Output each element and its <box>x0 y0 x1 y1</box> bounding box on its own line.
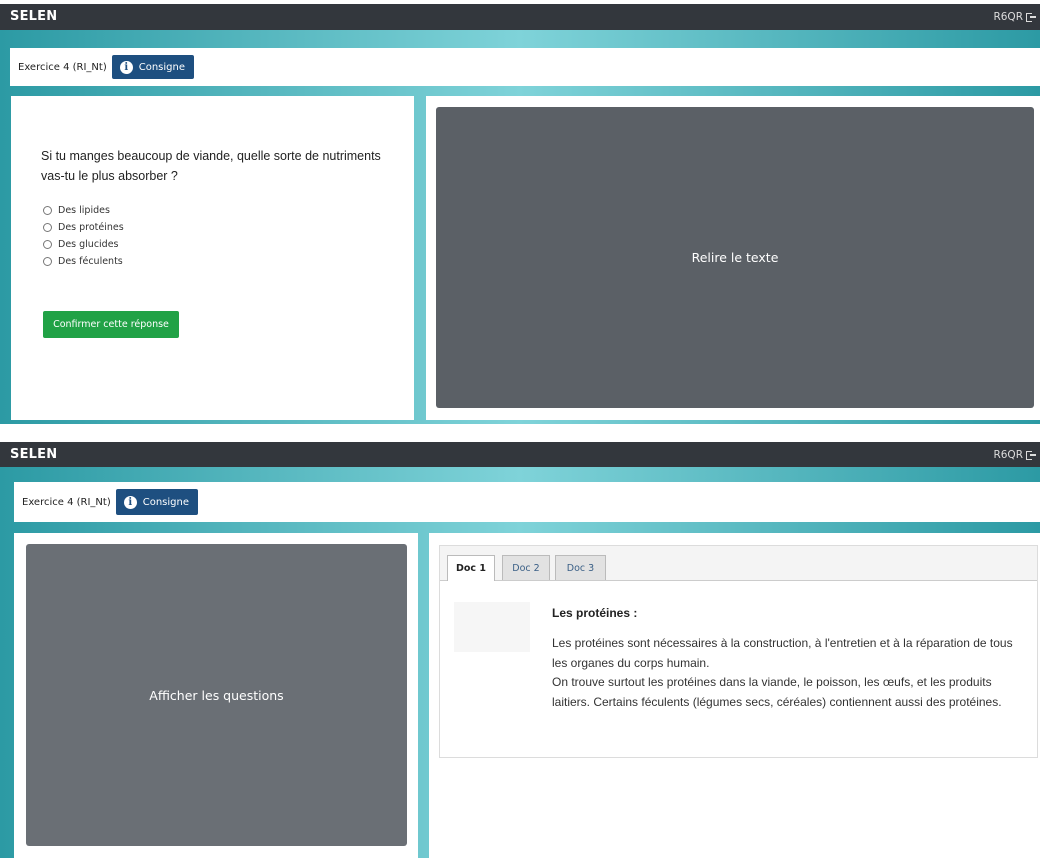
screenshot-question-view: SELEN R6QR Exercice 4 (RI_Nt) i Consigne… <box>0 4 1040 424</box>
document-panel: Doc 1 Doc 2 Doc 3 Les protéines : Les pr… <box>429 533 1040 858</box>
logout-icon[interactable] <box>1026 12 1036 22</box>
user-code: R6QR <box>993 11 1023 23</box>
consigne-button[interactable]: i Consigne <box>115 489 198 515</box>
answer-option-lipides[interactable]: Des lipides <box>43 202 124 219</box>
app-brand[interactable]: SELEN <box>10 442 57 467</box>
confirm-answer-button[interactable]: Confirmer cette réponse <box>43 311 179 338</box>
exercise-header: Exercice 4 (RI_Nt) i Consigne <box>10 48 1040 86</box>
show-questions-button[interactable]: Afficher les questions <box>26 544 407 846</box>
document-paragraph: On trouve surtout les protéines dans la … <box>552 675 1002 709</box>
app-brand[interactable]: SELEN <box>10 4 57 30</box>
answer-options: Des lipides Des protéines Des glucides D… <box>43 202 124 270</box>
document-tabs: Doc 1 Doc 2 Doc 3 <box>440 546 1037 581</box>
answer-option-label: Des féculents <box>58 256 123 267</box>
user-menu[interactable]: R6QR <box>993 4 1036 30</box>
document-viewer: Doc 1 Doc 2 Doc 3 Les protéines : Les pr… <box>439 545 1038 758</box>
document-body: Les protéines sont nécessaires à la cons… <box>552 634 1030 712</box>
document-paragraph: Les protéines sont nécessaires à la cons… <box>552 636 1013 670</box>
top-navbar: SELEN R6QR <box>0 442 1040 467</box>
answer-option-feculents[interactable]: Des féculents <box>43 253 124 270</box>
screenshot-document-view: SELEN R6QR Exercice 4 (RI_Nt) i Consigne… <box>0 442 1040 858</box>
answer-option-label: Des glucides <box>58 239 119 250</box>
document-title: Les protéines : <box>552 606 638 620</box>
reread-text-button[interactable]: Relire le texte <box>436 107 1034 408</box>
tab-doc-3[interactable]: Doc 3 <box>555 555 606 580</box>
consigne-label: Consigne <box>142 496 189 508</box>
answer-option-proteines[interactable]: Des protéines <box>43 219 124 236</box>
consigne-label: Consigne <box>138 61 185 73</box>
consigne-button[interactable]: i Consigne <box>111 55 194 79</box>
radio-button[interactable] <box>43 240 52 249</box>
tab-doc-1[interactable]: Doc 1 <box>447 555 495 581</box>
text-panel: Relire le texte <box>426 96 1040 420</box>
exercise-title: Exercice 4 (RI_Nt) <box>22 496 111 508</box>
answer-option-glucides[interactable]: Des glucides <box>43 236 124 253</box>
question-text: Si tu manges beaucoup de viande, quelle … <box>41 149 381 183</box>
radio-button[interactable] <box>43 257 52 266</box>
logout-icon[interactable] <box>1026 450 1036 460</box>
tab-doc-2[interactable]: Doc 2 <box>502 555 550 580</box>
document-image <box>454 602 530 652</box>
info-icon: i <box>123 495 137 509</box>
info-icon: i <box>119 60 133 74</box>
user-menu[interactable]: R6QR <box>993 442 1036 467</box>
answer-option-label: Des protéines <box>58 222 124 233</box>
exercise-title: Exercice 4 (RI_Nt) <box>18 61 107 73</box>
exercise-header: Exercice 4 (RI_Nt) i Consigne <box>14 482 1040 522</box>
radio-button[interactable] <box>43 206 52 215</box>
top-navbar: SELEN R6QR <box>0 4 1040 30</box>
answer-option-label: Des lipides <box>58 205 110 216</box>
question-panel: Si tu manges beaucoup de viande, quelle … <box>11 96 414 420</box>
radio-button[interactable] <box>43 223 52 232</box>
user-code: R6QR <box>993 448 1023 461</box>
questions-panel: Afficher les questions <box>14 533 418 858</box>
